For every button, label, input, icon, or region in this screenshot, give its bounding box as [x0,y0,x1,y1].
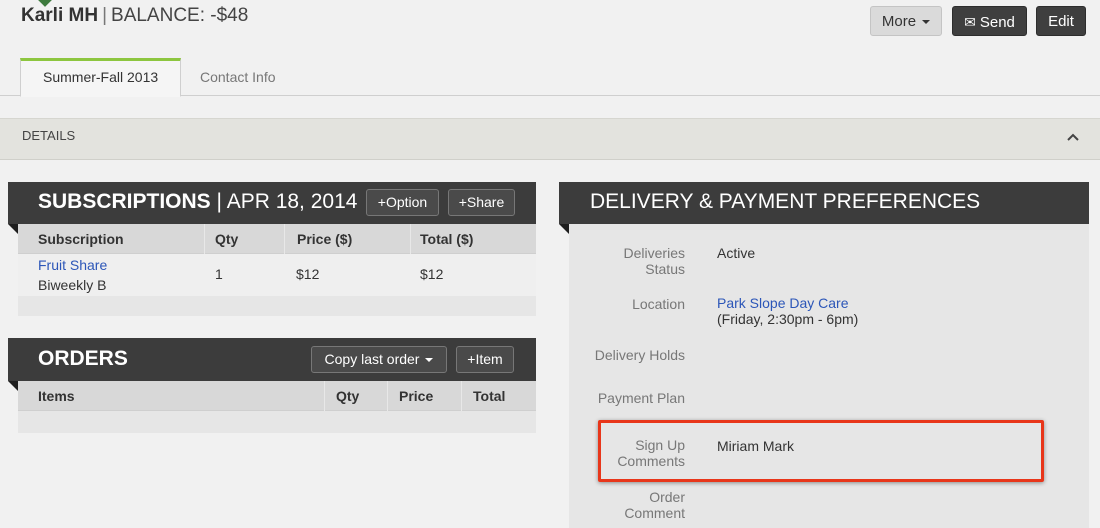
send-button[interactable]: ✉ Send [952,6,1027,36]
subscription-total: $12 [420,266,444,282]
column-qty: Qty [336,388,360,404]
tab-label: Contact Info [200,69,276,85]
add-option-label: +Option [377,194,428,210]
tab-contact-info[interactable]: Contact Info [178,58,298,96]
column-qty: Qty [215,231,239,247]
column-price: Price [399,388,434,404]
payment-plan-label: Payment Plan [597,390,685,406]
column-divider [410,224,411,254]
column-divider [387,381,388,411]
order-comment-label: Order Comment [559,489,685,521]
subscriptions-header: SUBSCRIPTIONS | APR 18, 2014 +Option +Sh… [8,182,536,224]
delivery-holds-label: Delivery Holds [594,347,685,363]
subscriptions-column-header: Subscription Qty Price ($) Total ($) [18,224,536,254]
subscriptions-date: APR 18, 2014 [226,190,358,213]
subscriptions-title: SUBSCRIPTIONS | APR 18, 2014 [38,190,357,214]
add-share-label: +Share [458,194,505,210]
orders-column-header: Items Qty Price Total [18,381,536,411]
preferences-header: DELIVERY & PAYMENT PREFERENCES [559,182,1089,224]
send-button-label: Send [979,14,1015,31]
details-section-toggle[interactable]: DETAILS [0,118,1100,160]
page-title: Karli MH | BALANCE: -$48 [21,5,248,27]
title-separator: | [102,5,108,26]
edit-button[interactable]: Edit [1036,6,1086,36]
column-divider [461,381,462,411]
label-line: Comment [624,505,685,521]
copy-last-order-label: Copy last order [324,351,420,367]
column-total: Total [473,388,506,404]
chevron-up-icon[interactable] [1064,128,1082,146]
sign-up-comments-highlight [598,420,1044,482]
subscription-name-link[interactable]: Fruit Share [38,257,107,273]
edit-button-label: Edit [1048,13,1074,30]
more-button[interactable]: More [870,6,942,36]
caret-down-icon [425,358,434,363]
location-hours: (Friday, 2:30pm - 6pm) [717,311,859,327]
orders-title: ORDERS [38,347,128,371]
deliveries-status-label: Deliveries Status [559,245,685,277]
preferences-list: Deliveries Status Active Location Park S… [559,224,1089,528]
label-line: Status [645,261,685,277]
column-total: Total ($) [420,231,474,247]
location-link[interactable]: Park Slope Day Care [717,295,858,311]
subscription-price: $12 [296,266,320,282]
member-name: Karli MH [21,5,99,26]
more-button-label: More [881,13,917,30]
deliveries-status-value: Active [717,245,756,261]
add-item-button[interactable]: +Item [456,346,514,373]
subscriptions-title-text: SUBSCRIPTIONS [38,190,211,213]
column-divider [204,224,205,254]
ribbon-fold [8,224,18,234]
label-line: Order [649,489,685,505]
column-subscription: Subscription [38,231,124,247]
tab-summer-fall-2013[interactable]: Summer-Fall 2013 [20,58,182,97]
caret-down-icon [922,20,931,25]
preferences-title: DELIVERY & PAYMENT PREFERENCES [590,190,981,213]
orders-header: ORDERS Copy last order +Item [8,338,536,381]
subscription-qty: 1 [215,266,223,282]
column-divider [284,224,285,254]
tab-label: Summer-Fall 2013 [43,69,159,85]
copy-last-order-button[interactable]: Copy last order [311,346,447,373]
balance-text: BALANCE: -$48 [111,5,249,26]
add-option-button[interactable]: +Option [366,189,439,216]
details-label: DETAILS [22,128,76,143]
location-value: Park Slope Day Care (Friday, 2:30pm - 6p… [717,295,858,327]
envelope-icon: ✉ [964,14,976,30]
column-items: Items [38,388,75,404]
location-label: Location [632,296,685,312]
table-row: Fruit Share Biweekly B 1 $12 $12 [18,254,536,296]
add-share-button[interactable]: +Share [448,189,515,216]
ribbon-fold [8,381,18,391]
add-item-label: +Item [467,351,503,367]
column-price: Price ($) [297,231,353,247]
subscriptions-separator: | [216,190,222,213]
subscription-schedule: Biweekly B [38,277,107,293]
orders-title-text: ORDERS [38,347,128,370]
label-line: Deliveries [623,245,685,261]
column-divider [324,381,325,411]
tab-bar: Summer-Fall 2013 Contact Info [0,58,1100,97]
